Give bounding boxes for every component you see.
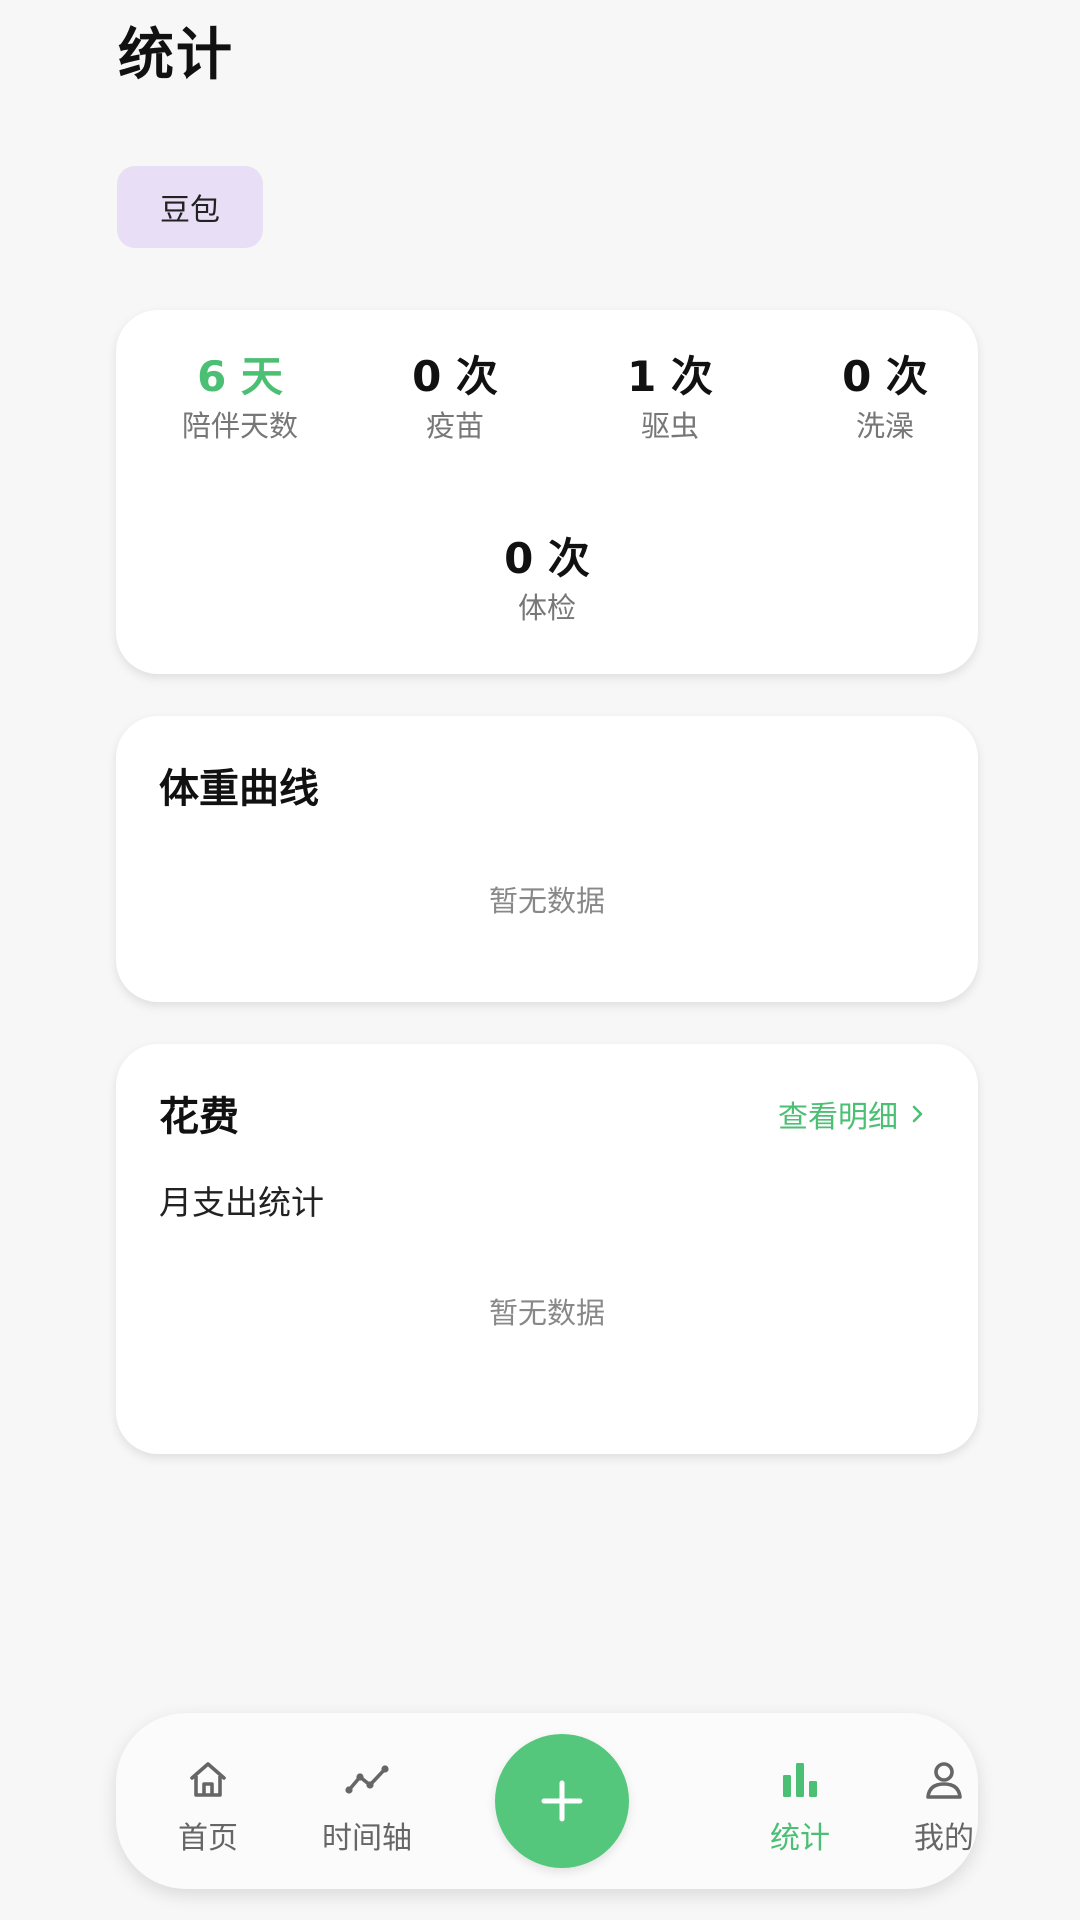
pet-selector-chip[interactable]: 豆包 — [117, 166, 263, 248]
stat-bath: 0 次 洗澡 — [785, 350, 985, 446]
stat-companion-days: 6 天 陪伴天数 — [140, 350, 340, 446]
stat-vaccine: 0 次 疫苗 — [355, 350, 555, 446]
stat-label: 驱虫 — [640, 409, 699, 443]
nav-label-stats: 统计 — [770, 1821, 830, 1856]
weight-card-title: 体重曲线 — [159, 766, 319, 812]
weight-empty-text: 暂无数据 — [488, 884, 605, 918]
stat-value: 0 次 — [504, 534, 590, 583]
chevron-right-icon — [912, 1105, 923, 1123]
add-record-button[interactable] — [495, 1734, 629, 1868]
monthly-expense-subtitle: 月支出统计 — [159, 1183, 324, 1222]
stat-value: 0 次 — [412, 352, 498, 401]
stat-checkup: 0 次 体检 — [447, 532, 647, 628]
stat-label: 陪伴天数 — [181, 409, 298, 443]
stat-value: 0 次 — [842, 352, 928, 401]
stats-summary-card: 6 天 陪伴天数 0 次 疫苗 1 次 驱虫 0 次 洗澡 0 次 体检 — [116, 310, 978, 674]
stat-deworm: 1 次 驱虫 — [570, 350, 770, 446]
bottom-nav: 首页 时间轴 统计 我的 — [116, 1713, 978, 1889]
nav-item-timeline[interactable]: 时间轴 — [307, 1757, 427, 1857]
home-icon — [190, 1762, 226, 1797]
bar-chart-icon — [783, 1763, 817, 1797]
stats-page: 统计 豆包 6 天 陪伴天数 0 次 疫苗 1 次 驱虫 0 次 洗澡 0 次 … — [0, 0, 1080, 1920]
cost-card: 花费 查看明细 月支出统计 暂无数据 — [116, 1044, 978, 1454]
stat-value: 6 天 — [197, 352, 283, 401]
cost-empty-text: 暂无数据 — [488, 1296, 605, 1330]
nav-item-me[interactable]: 我的 — [884, 1757, 1004, 1857]
nav-item-stats[interactable]: 统计 — [740, 1757, 860, 1857]
stat-value: 1 次 — [627, 352, 713, 401]
page-title: 统计 — [118, 23, 234, 88]
nav-label-me: 我的 — [914, 1821, 974, 1856]
nav-item-home[interactable]: 首页 — [148, 1757, 268, 1857]
user-icon — [926, 1762, 962, 1799]
view-details-link[interactable]: 查看明细 — [778, 1092, 928, 1136]
stat-label: 疫苗 — [425, 409, 484, 443]
timeline-icon — [345, 1765, 389, 1794]
weight-curve-card: 体重曲线 暂无数据 — [116, 716, 978, 1002]
cost-card-title: 花费 — [159, 1094, 239, 1140]
nav-label-timeline: 时间轴 — [322, 1821, 412, 1856]
stat-label: 体检 — [517, 591, 576, 625]
plus-icon — [541, 1780, 583, 1822]
nav-label-home: 首页 — [178, 1821, 238, 1856]
view-details-label: 查看明细 — [778, 1100, 898, 1135]
stat-label: 洗澡 — [855, 409, 914, 443]
